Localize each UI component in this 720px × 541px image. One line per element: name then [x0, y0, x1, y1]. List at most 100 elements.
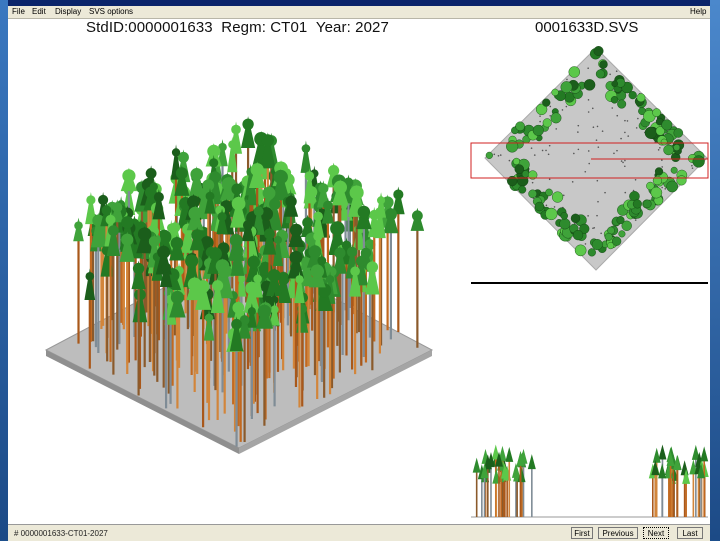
crown — [572, 229, 584, 241]
tree-crown-top — [247, 307, 256, 316]
tree-crown-top — [269, 198, 281, 210]
tree-crown-top — [170, 290, 184, 305]
stem-dot — [561, 109, 564, 111]
tree-crown-top — [313, 211, 323, 222]
crown — [515, 121, 525, 132]
crown — [650, 186, 663, 199]
stand-visualization — [44, 46, 709, 518]
crown — [599, 60, 608, 69]
stem-dot — [595, 139, 598, 141]
crown — [559, 218, 571, 230]
tree-crown-top — [112, 202, 123, 213]
overhead-view[interactable] — [470, 46, 709, 271]
tree-crown-top — [325, 275, 335, 284]
stem-dot — [691, 164, 693, 167]
stem-dot — [587, 67, 589, 70]
crown — [676, 175, 687, 186]
stem-dot — [571, 181, 574, 183]
tree-crown-top — [327, 267, 337, 277]
tree-crown-top — [384, 208, 397, 221]
tree-crown-top — [101, 205, 112, 216]
profile-crown — [505, 446, 514, 462]
stem-dot — [596, 179, 599, 182]
stem-dot — [637, 117, 639, 120]
desktop-right-edge — [710, 0, 720, 540]
crown — [550, 112, 562, 124]
stem-dot — [539, 115, 541, 117]
crown — [593, 46, 604, 56]
stem-dot — [587, 150, 590, 152]
first-button[interactable]: First — [571, 527, 593, 539]
profile-crown — [652, 447, 661, 463]
stem-dot — [577, 124, 580, 127]
tree-crown-top — [308, 245, 322, 259]
tree-crown-top — [356, 255, 367, 267]
crown — [560, 212, 568, 220]
tree-crown-top — [161, 262, 172, 273]
crown — [512, 157, 520, 165]
stem-dot — [613, 152, 615, 155]
tree-crown-top — [170, 236, 184, 250]
crown — [652, 108, 661, 117]
stem-dot — [499, 154, 502, 156]
profile-view[interactable] — [471, 444, 709, 518]
tree-crown-top — [301, 144, 311, 153]
tree-crown-top — [318, 183, 329, 194]
stem-dot — [657, 149, 660, 151]
stem-dot — [691, 167, 694, 169]
tree-crown-top — [261, 134, 274, 147]
stem-dot — [553, 206, 556, 208]
stem-dot — [635, 127, 638, 129]
stem-dot — [664, 188, 667, 190]
stem-dot — [587, 99, 590, 101]
tree-crown-top — [295, 275, 304, 284]
tree-crown-top — [323, 200, 333, 211]
previous-button[interactable]: Previous — [598, 527, 638, 539]
stem-dot — [545, 149, 547, 152]
crown — [632, 199, 642, 209]
tree-crown-top — [270, 305, 279, 314]
tree-crown-top — [253, 274, 262, 284]
stem-dot — [539, 120, 541, 123]
stem-dot — [661, 186, 663, 189]
stem-dot — [593, 226, 596, 229]
profile-crown — [472, 457, 481, 473]
stem-dot — [547, 153, 550, 156]
crown — [568, 66, 580, 78]
crown — [551, 88, 559, 96]
crown — [570, 213, 581, 224]
stem-dot — [597, 200, 599, 203]
last-button[interactable]: Last — [677, 527, 703, 539]
stem-dot — [634, 178, 637, 181]
crown — [673, 144, 681, 151]
tree-crown-top — [231, 318, 242, 330]
stem-dot — [624, 191, 627, 194]
tree-crown-top — [357, 205, 371, 219]
crown — [560, 81, 573, 94]
stem-dot — [592, 126, 595, 129]
stem-dot — [549, 114, 552, 117]
crown — [545, 188, 553, 197]
tree-crown-top — [209, 158, 219, 168]
stem-dot — [584, 243, 587, 245]
perspective-view[interactable] — [44, 116, 434, 454]
tree-crown-top — [217, 264, 232, 278]
crown — [673, 128, 684, 138]
stem-dot — [596, 214, 598, 217]
stem-dot — [587, 215, 589, 217]
crown — [642, 199, 652, 209]
profile-crown — [527, 454, 536, 470]
tree-crown-top — [377, 196, 386, 205]
crown — [528, 189, 537, 199]
crown — [518, 185, 527, 194]
crown — [616, 216, 625, 225]
stem-dot — [611, 107, 614, 109]
stem-dot — [604, 191, 606, 194]
stem-dot — [622, 161, 624, 164]
tree-crown-top — [333, 180, 348, 195]
tree-crown-top — [121, 216, 134, 229]
next-button[interactable]: Next — [643, 527, 669, 539]
profile-crown — [680, 460, 689, 476]
tree-crown-top — [231, 196, 246, 211]
stem-dot — [548, 144, 551, 147]
